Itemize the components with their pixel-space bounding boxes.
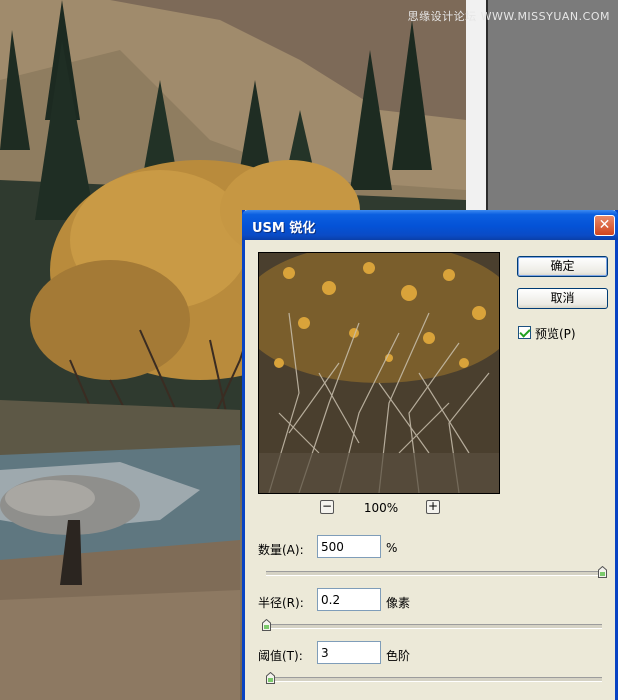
amount-slider-thumb[interactable] (598, 566, 607, 578)
preview-label[interactable]: 预览(P) (535, 325, 576, 342)
canvas-border (486, 0, 488, 210)
dialog-title: USM 锐化 (252, 221, 316, 236)
usm-sharpen-dialog: USM 锐化 ✕ − 100% + 确定 取消 预览(P) 数量(A): 500… (242, 210, 618, 700)
radius-label: 半径(R): (258, 596, 304, 610)
radius-slider-thumb[interactable] (262, 619, 271, 631)
radius-unit: 像素 (386, 596, 411, 610)
threshold-slider-thumb[interactable] (266, 672, 276, 684)
amount-slider[interactable] (266, 566, 607, 578)
threshold-unit: 色阶 (386, 649, 411, 663)
amount-input[interactable] (317, 535, 381, 558)
threshold-slider[interactable] (266, 672, 602, 684)
amount-unit: % (386, 541, 398, 555)
amount-label: 数量(A): (258, 543, 304, 557)
plus-icon: + (427, 499, 439, 513)
ok-button[interactable]: 确定 (517, 256, 608, 277)
watermark: 思缘设计论坛 WWW.MISSYUAN.COM (407, 10, 610, 23)
cancel-button[interactable]: 取消 (517, 288, 608, 309)
radius-slider[interactable] (262, 619, 602, 631)
preview-pane[interactable] (258, 252, 500, 494)
close-button[interactable]: ✕ (594, 215, 615, 236)
zoom-out-button[interactable]: − (320, 500, 334, 514)
zoom-controls: − 100% + (320, 500, 440, 518)
close-icon: ✕ (598, 217, 611, 233)
radius-input[interactable] (317, 588, 381, 611)
threshold-input[interactable] (317, 641, 381, 664)
preview-image (259, 253, 499, 493)
minus-icon: − (321, 499, 333, 513)
canvas-edge (466, 0, 487, 210)
dialog-titlebar[interactable]: USM 锐化 ✕ (242, 210, 618, 240)
zoom-in-button[interactable]: + (426, 500, 440, 514)
preview-checkbox[interactable] (518, 326, 531, 339)
zoom-level: 100% (363, 501, 399, 515)
threshold-label: 阈值(T): (258, 649, 303, 663)
